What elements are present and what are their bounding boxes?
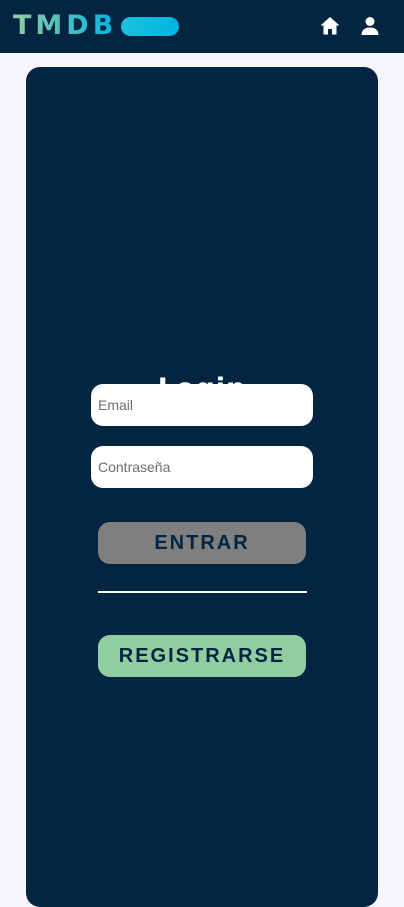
register-button[interactable]: REGISTRARSE: [98, 635, 306, 677]
password-input[interactable]: [91, 446, 313, 488]
login-button[interactable]: ENTRAR: [98, 522, 306, 564]
home-icon[interactable]: [318, 14, 342, 38]
tmdb-logo[interactable]: TMDB: [13, 10, 180, 41]
email-input[interactable]: [91, 384, 313, 426]
login-card: Login ENTRAR REGISTRARSE: [26, 67, 378, 907]
logo-text: TMDB: [13, 10, 118, 41]
navbar: TMDB: [0, 0, 404, 53]
user-icon[interactable]: [358, 14, 382, 38]
divider: [98, 591, 307, 593]
logo-pill: [121, 16, 180, 36]
